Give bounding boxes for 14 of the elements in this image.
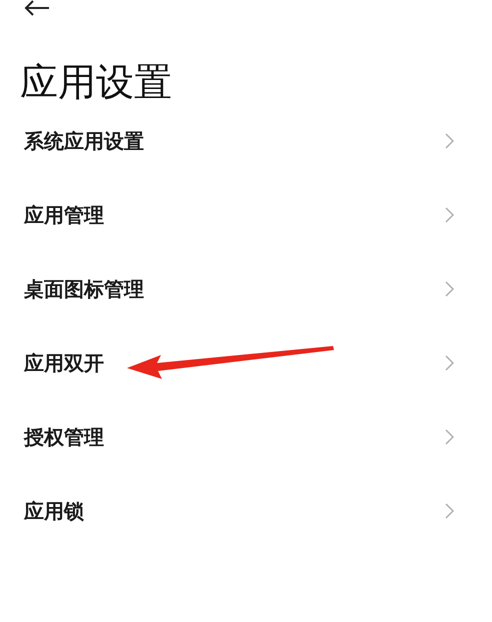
chevron-icon [445,355,454,371]
chevron-icon [445,429,454,445]
back-icon[interactable] [24,0,50,16]
menu-item-label[interactable]: 授权管理 [24,424,445,450]
menu-item-label[interactable]: 系统应用设置 [24,128,445,154]
chevron-icon [445,207,454,223]
page-title: 应用设置 [19,59,173,104]
chevron-icon [445,133,454,149]
menu-item-label[interactable]: 应用锁 [24,498,445,524]
menu-item-label[interactable]: 应用双开 [24,350,445,376]
chevron-icon [445,503,454,519]
chevron-icon [445,281,454,297]
menu-item-label[interactable]: 应用管理 [24,202,445,228]
menu-item-label[interactable]: 桌面图标管理 [24,276,445,302]
